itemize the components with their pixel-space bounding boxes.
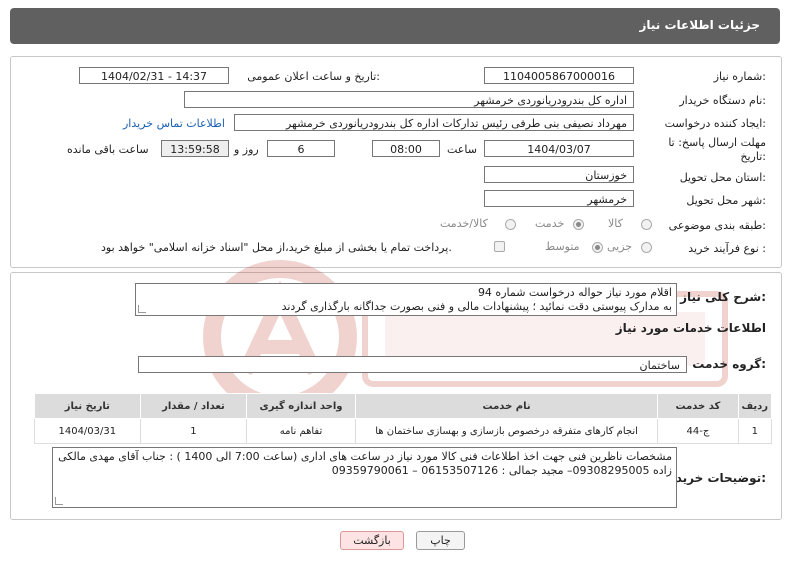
category-label: طبقه بندی موضوعی: [668, 219, 766, 232]
col-unit: واحد اندازه گیری [246, 393, 356, 419]
cell-service-name: انجام کارهای متفرقه درخصوص بازسازی و بهس… [354, 418, 659, 444]
services-section-title: اطلاعات خدمات مورد نیاز [615, 321, 766, 335]
category-radio-service[interactable] [573, 219, 584, 230]
buyer-notes-text: مشخصات ناظرین فنی جهت اخذ اطلاعات فنی کا… [58, 450, 672, 477]
need-number-label: شماره نیاز: [713, 70, 766, 83]
province-field: خوزستان [484, 166, 634, 183]
category-radio-goods-service[interactable] [505, 219, 516, 230]
treasury-payment-checkbox[interactable] [494, 241, 505, 252]
col-quantity: تعداد / مقدار [139, 393, 248, 419]
buyer-org-field: اداره کل بندرودریانوردی خرمشهر [184, 91, 634, 108]
city-label: شهر محل تحویل: [686, 194, 766, 207]
table-row: 1 ج-44 انجام کارهای متفرقه درخصوص بازساز… [34, 418, 772, 444]
col-service-code: کد خدمت [657, 393, 739, 419]
process-radio-minor[interactable] [641, 242, 652, 253]
summary-line-2: به مدارک پیوستی دقت نمائید ؛ پیشنهادات م… [281, 300, 672, 313]
announce-datetime-field: 1404/02/31 - 14:37 [79, 67, 229, 84]
process-option-medium: متوسط [545, 240, 580, 253]
treasury-payment-note: پرداخت تمام یا بخشی از مبلغ خرید،از محل … [101, 241, 452, 254]
page-title: جزئیات اطلاعات نیاز [639, 18, 760, 32]
deadline-label: مهلت ارسال پاسخ: تا [668, 136, 766, 149]
col-service-name: نام خدمت [354, 393, 659, 419]
creator-field: مهرداد نصیفی بنی طرفی رئیس تداركات اداره… [234, 114, 634, 131]
service-group-label: گروه خدمت: [692, 357, 766, 371]
col-row: ردیف [737, 393, 772, 419]
process-radio-medium[interactable] [592, 242, 603, 253]
buyer-notes-textarea[interactable]: مشخصات ناظرین فنی جهت اخذ اطلاعات فنی کا… [52, 447, 677, 508]
creator-label: ایجاد کننده درخواست: [664, 117, 766, 130]
buyer-org-label: نام دستگاه خریدار: [679, 94, 766, 107]
deadline-date-field: 1404/03/07 [484, 140, 634, 157]
page-header: جزئیات اطلاعات نیاز [10, 8, 780, 44]
buyer-notes-label: توضیحات خریدار: [664, 471, 766, 485]
summary-textarea[interactable]: اقلام مورد نیاز حواله درخواست شماره 94 ب… [135, 283, 677, 316]
services-table-header: ردیف کد خدمت نام خدمت واحد اندازه گیری ت… [34, 393, 772, 419]
cell-row: 1 [737, 418, 772, 444]
category-option-goods: کالا [608, 217, 623, 230]
need-number-field: 1104005867000016 [484, 67, 634, 84]
buyer-contact-link[interactable]: اطلاعات تماس خریدار [123, 117, 225, 130]
resize-handle-icon[interactable] [138, 305, 146, 313]
deadline-time-label: ساعت [447, 143, 477, 156]
process-type-label: نوع فرآیند خرید : [688, 242, 766, 255]
remaining-time-label: ساعت باقی مانده [67, 143, 149, 156]
announce-datetime-label: تاریخ و ساعت اعلان عمومی: [247, 70, 380, 83]
cell-need-date: 1404/03/31 [34, 418, 141, 444]
process-option-minor: جزیی [607, 240, 633, 253]
resize-handle-icon[interactable] [55, 497, 63, 505]
cell-unit: تفاهم نامه [246, 418, 356, 444]
category-radio-goods[interactable] [641, 219, 652, 230]
cell-service-code: ج-44 [657, 418, 739, 444]
back-button[interactable]: بازگشت [340, 531, 404, 550]
province-label: استان محل تحویل: [679, 171, 766, 184]
service-group-field: ساختمان [138, 356, 687, 373]
category-option-goods-service: کالا/خدمت [440, 217, 488, 230]
summary-label: شرح کلی نیاز: [680, 290, 766, 304]
cell-quantity: 1 [139, 418, 248, 444]
city-field: خرمشهر [484, 190, 634, 207]
print-button[interactable]: چاپ [416, 531, 465, 550]
services-table: ردیف کد خدمت نام خدمت واحد اندازه گیری ت… [34, 393, 772, 444]
remaining-days-field: 6 [267, 140, 335, 157]
category-option-service: خدمت [535, 217, 565, 230]
need-info-panel [10, 56, 782, 268]
deadline-label-date: تاریخ: [740, 150, 766, 163]
summary-line-1: اقلام مورد نیاز حواله درخواست شماره 94 [477, 286, 672, 299]
need-details-page: جزئیات اطلاعات نیاز شماره نیاز: 11040058… [0, 0, 788, 566]
deadline-time-field: 08:00 [372, 140, 440, 157]
days-label: روز و [234, 143, 259, 156]
remaining-time-field: 13:59:58 [161, 140, 229, 157]
col-need-date: تاریخ نیاز [34, 393, 141, 419]
